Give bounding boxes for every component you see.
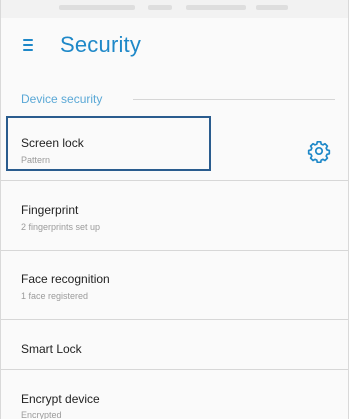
settings-item-screen-lock[interactable]: Screen lock Pattern xyxy=(1,118,348,170)
settings-item-title: Smart Lock xyxy=(21,342,82,356)
settings-item-summary: 1 face registered xyxy=(21,291,89,301)
gear-icon[interactable] xyxy=(307,139,331,164)
status-bar-text-placeholder xyxy=(186,5,246,10)
status-bar-text-placeholder xyxy=(59,5,135,10)
settings-item-summary: Pattern xyxy=(21,155,51,165)
status-bar xyxy=(1,0,348,18)
section-header-label: Device security xyxy=(21,89,109,109)
settings-item-title: Fingerprint xyxy=(21,203,79,217)
app-bar: Security xyxy=(1,18,348,74)
settings-item-summary: 2 fingerprints set up xyxy=(21,222,101,232)
settings-item-fingerprint[interactable]: Fingerprint 2 fingerprints set up xyxy=(1,181,348,250)
section-header: Device security xyxy=(21,89,335,109)
gear-icon-svg xyxy=(307,140,331,164)
status-bar-text-placeholder xyxy=(256,5,288,10)
settings-item-summary: Encrypted xyxy=(21,410,62,419)
settings-item-title: Screen lock xyxy=(21,136,84,150)
settings-item-face-recognition[interactable]: Face recognition 1 face registered xyxy=(1,251,348,319)
settings-item-smart-lock[interactable]: Smart Lock xyxy=(1,320,348,369)
settings-item-encrypt-device[interactable]: Encrypt device Encrypted xyxy=(1,370,348,419)
page-title: Security xyxy=(60,32,142,57)
status-bar-text-placeholder xyxy=(148,5,172,10)
settings-item-title: Face recognition xyxy=(21,272,110,286)
security-settings-screen: Security Device security Screen lock Pat… xyxy=(0,0,349,419)
section-divider-line xyxy=(133,99,335,100)
hamburger-menu-icon[interactable] xyxy=(21,36,39,54)
settings-item-title: Encrypt device xyxy=(21,392,100,406)
